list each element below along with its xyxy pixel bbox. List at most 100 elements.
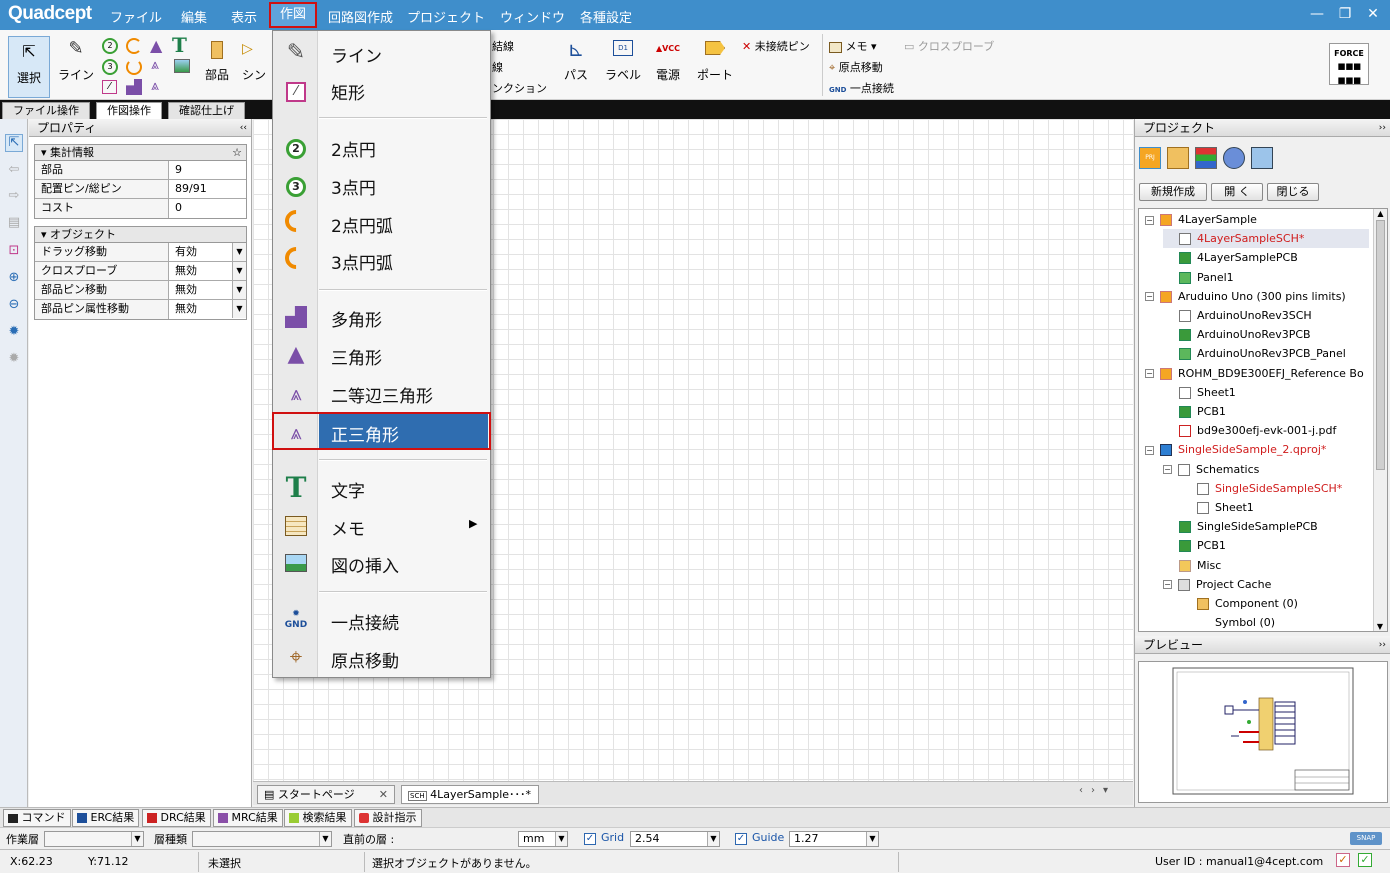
component-icon[interactable]: [1167, 147, 1189, 169]
prj-icon[interactable]: PRJ: [1139, 147, 1161, 169]
zoom-in-icon[interactable]: ⊕: [5, 270, 23, 288]
circle2-icon[interactable]: 2: [102, 38, 118, 54]
tab-search[interactable]: 検索結果: [284, 809, 352, 827]
tree-item[interactable]: − Aruduino Uno (300 pins limits): [1145, 287, 1346, 306]
database-icon[interactable]: [1223, 147, 1245, 169]
tree-item[interactable]: 4LayerSamplePCB: [1163, 248, 1298, 267]
tab-command[interactable]: コマンド: [3, 809, 71, 827]
new-button[interactable]: 新規作成: [1139, 183, 1207, 201]
guide-checkbox[interactable]: ✓: [735, 833, 747, 845]
select-tool-button[interactable]: ⇱ 選択: [8, 36, 50, 98]
bus-wire-button[interactable]: 線: [492, 59, 503, 75]
check-green-icon[interactable]: ✓: [1358, 853, 1372, 867]
unit-select[interactable]: mm ▼: [518, 831, 568, 847]
expand-toggle-icon[interactable]: −: [1145, 369, 1154, 379]
prop-row[interactable]: ドラッグ移動 有効 ▼: [35, 243, 246, 262]
menu-item-arc3[interactable]: 3点円弧: [273, 241, 490, 277]
menu-view[interactable]: 表示: [231, 7, 257, 26]
back-icon[interactable]: ⇦: [5, 162, 23, 180]
tab-4layersample[interactable]: SCH 4LayerSample･･･*✕: [401, 785, 539, 820]
summary-section-header[interactable]: ▾ 集計情報 ☆: [34, 144, 247, 161]
tab-file-ops[interactable]: ファイル操作: [2, 102, 90, 119]
tree-item[interactable]: ArduinoUnoRev3PCB_Panel: [1163, 344, 1346, 363]
tab-start-page[interactable]: ▤ スタートページ ✕: [257, 785, 395, 804]
menu-item-circle2[interactable]: 2 2点円: [273, 128, 490, 164]
menu-item-arc2[interactable]: 2点円弧: [273, 204, 490, 240]
menu-item-line[interactable]: ✎ ライン: [273, 34, 490, 70]
triangle-icon[interactable]: ▲: [150, 36, 162, 55]
restore-button[interactable]: ❐: [1335, 6, 1355, 22]
tab-drc[interactable]: DRC結果: [142, 809, 211, 827]
forward-icon[interactable]: ⇨: [5, 188, 23, 206]
close-button[interactable]: ✕: [1363, 6, 1383, 22]
expand-toggle-icon[interactable]: −: [1163, 465, 1172, 475]
menu-draw[interactable]: 作図: [269, 2, 317, 28]
menu-file[interactable]: ファイル: [110, 7, 162, 26]
power-button[interactable]: ▲VCC 電源: [650, 36, 686, 83]
wire-button[interactable]: 結線: [492, 38, 514, 54]
equilateral-icon[interactable]: ⩓: [151, 78, 159, 94]
open-button[interactable]: 開 く: [1211, 183, 1263, 201]
prop-row[interactable]: 部品ピン属性移動 無効 ▼: [35, 300, 246, 319]
text-icon[interactable]: T: [172, 33, 187, 57]
isosceles-icon[interactable]: ⩓: [151, 57, 159, 73]
menu-item-insert-image[interactable]: 図の挿入: [273, 544, 490, 580]
tree-item[interactable]: bd9e300efj-evk-001-j.pdf: [1163, 421, 1336, 440]
object-section-header[interactable]: ▾ オブジェクト: [34, 226, 247, 243]
polygon-icon[interactable]: [126, 79, 142, 95]
tree-item[interactable]: − Schematics: [1163, 460, 1259, 479]
tree-item[interactable]: Misc: [1163, 556, 1221, 575]
gear-icon[interactable]: ✹: [5, 324, 23, 342]
fit-icon[interactable]: ⊡: [5, 243, 23, 261]
port-button[interactable]: ポート: [694, 36, 736, 83]
tree-item[interactable]: − ROHM_BD9E300EFJ_Reference Bo: [1145, 364, 1364, 383]
expand-toggle-icon[interactable]: −: [1163, 580, 1172, 590]
tree-item[interactable]: Sheet1: [1181, 498, 1254, 517]
expand-toggle-icon[interactable]: −: [1145, 445, 1154, 455]
prop-row[interactable]: クロスプローブ 無効 ▼: [35, 262, 246, 281]
close-project-button[interactable]: 閉じる: [1267, 183, 1319, 201]
tree-item[interactable]: Symbol (0): [1181, 613, 1275, 631]
menu-item-triangle[interactable]: ▲ 三角形: [273, 336, 490, 372]
menu-edit[interactable]: 編集: [181, 7, 207, 26]
menu-item-rect[interactable]: ⁄ 矩形: [273, 71, 490, 107]
tree-item[interactable]: Panel1: [1163, 268, 1234, 287]
snap-button[interactable]: SNAP: [1350, 832, 1382, 845]
menu-project[interactable]: プロジェクト: [407, 7, 485, 26]
zoom-out-icon[interactable]: ⊖: [5, 297, 23, 315]
circle3-icon[interactable]: 3: [102, 59, 118, 75]
gnd-button[interactable]: GND 一点接続: [829, 80, 894, 96]
menu-item-isosceles[interactable]: ⩓ 二等辺三角形: [273, 374, 490, 410]
tab-scroll-arrows[interactable]: ‹›▾: [1079, 785, 1131, 804]
tree-item[interactable]: −4LayerSample: [1145, 210, 1257, 229]
tab-verify[interactable]: 確認仕上げ: [168, 102, 245, 119]
menu-item-text[interactable]: T 文字: [273, 469, 490, 505]
arc3-icon[interactable]: [126, 59, 142, 75]
origin-button[interactable]: ⌖ 原点移動: [829, 59, 883, 75]
tab-mrc[interactable]: MRC結果: [213, 809, 283, 827]
library-icon[interactable]: [1251, 147, 1273, 169]
menu-item-memo[interactable]: メモ ▶: [273, 507, 490, 543]
cursor-icon[interactable]: ⇱: [5, 134, 23, 152]
label-button[interactable]: D1 ラベル: [603, 36, 643, 83]
save-icon[interactable]: ▤: [5, 215, 23, 233]
grid-select[interactable]: 2.54 ▼: [630, 831, 720, 847]
menu-item-circle3[interactable]: 3 3点円: [273, 166, 490, 202]
force-button[interactable]: FORCE ▪▪▪ ▪▪▪: [1329, 43, 1369, 88]
layers-icon[interactable]: [1195, 147, 1217, 169]
work-layer-select[interactable]: ▼: [44, 831, 144, 847]
grid-checkbox[interactable]: ✓: [584, 833, 596, 845]
tree-item[interactable]: Sheet1: [1163, 383, 1236, 402]
symbol-button[interactable]: ▷ シン: [242, 36, 270, 83]
tree-item[interactable]: 4LayerSampleSCH*: [1163, 229, 1369, 249]
tree-item[interactable]: SingleSideSamplePCB: [1163, 517, 1318, 536]
tree-item[interactable]: − SingleSideSample_2.qproj*: [1145, 440, 1326, 459]
part-button[interactable]: 部品: [198, 36, 236, 83]
menu-item-gnd[interactable]: ✹ GND 一点接続: [273, 601, 490, 637]
prop-row[interactable]: 部品ピン移動 無効 ▼: [35, 281, 246, 300]
crossprobe-button[interactable]: ▭ クロスプローブ: [904, 38, 994, 54]
expand-toggle-icon[interactable]: −: [1145, 292, 1154, 302]
menu-settings[interactable]: 各種設定: [580, 7, 632, 26]
menu-item-polygon[interactable]: 多角形: [273, 298, 490, 334]
tree-item[interactable]: PCB1: [1163, 402, 1226, 421]
